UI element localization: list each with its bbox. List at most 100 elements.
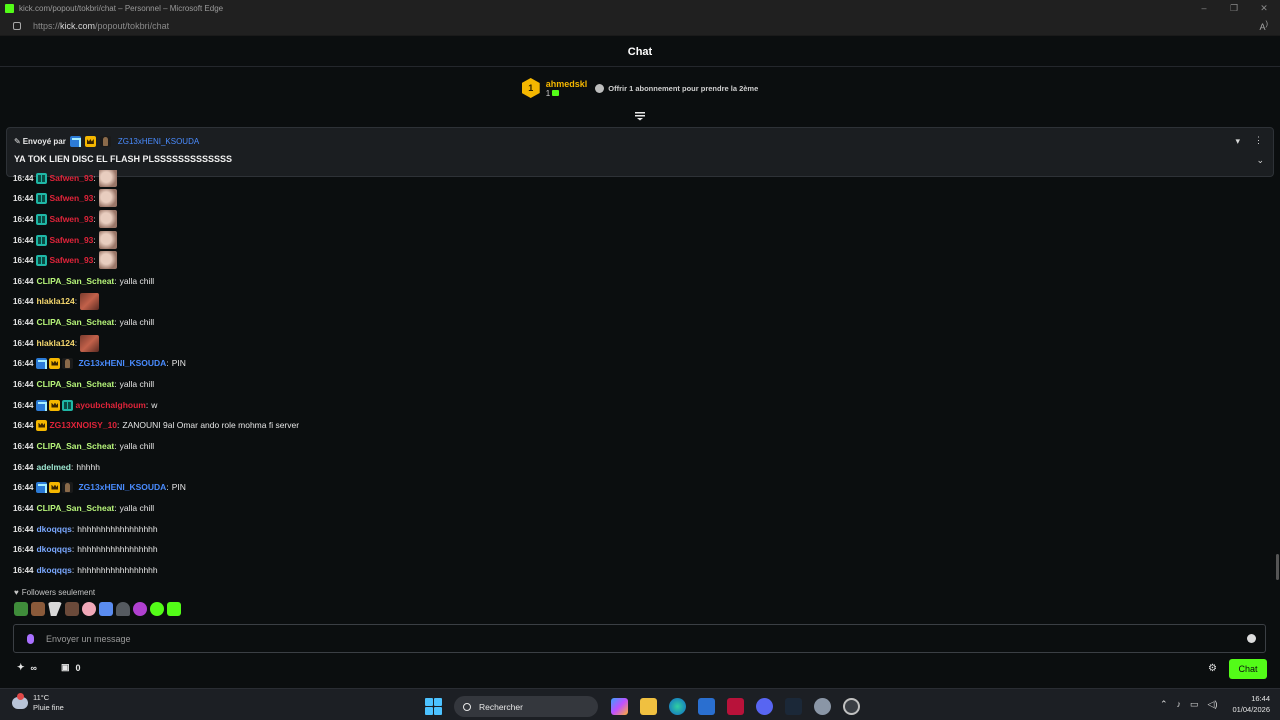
gifts-count[interactable]: 0 xyxy=(75,663,80,673)
points-value[interactable]: ∞ xyxy=(31,663,37,673)
og-badge-icon xyxy=(69,136,81,147)
message-time: 16:44 xyxy=(13,173,34,183)
pinned-username[interactable]: ZG13xHENI_KSOUDA xyxy=(118,137,199,146)
chevron-down-icon[interactable]: ⌄ xyxy=(1256,155,1264,166)
message-time: 16:44 xyxy=(13,462,34,472)
message-username[interactable]: dkoqqqs xyxy=(36,524,71,534)
message-input[interactable] xyxy=(46,633,1196,644)
window-titlebar: kick.com/popout/tokbri/chat – Personnel … xyxy=(0,0,1280,16)
message-username[interactable]: adelmed xyxy=(36,462,71,472)
message-username[interactable]: hlakla124 xyxy=(36,296,74,306)
emoji-picker-icon[interactable] xyxy=(1247,634,1256,643)
quick-emote-icon[interactable] xyxy=(82,602,96,616)
taskbar-clock[interactable]: 16:44 01/04/2026 xyxy=(1232,693,1270,715)
message-text: w xyxy=(151,400,158,410)
emote-face-icon xyxy=(80,334,100,352)
lock-icon[interactable] xyxy=(13,21,21,30)
og-badge-icon xyxy=(36,481,48,493)
message-time: 16:44 xyxy=(13,524,34,534)
close-button[interactable]: ✕ xyxy=(1248,0,1280,16)
message-text: yalla chill xyxy=(119,317,155,327)
message-username[interactable]: CLIPA_San_Scheat xyxy=(36,441,114,451)
message-username[interactable]: CLIPA_San_Scheat xyxy=(36,503,114,513)
expand-leaderboard-icon[interactable] xyxy=(634,111,646,121)
minimize-button[interactable]: – xyxy=(1188,0,1220,16)
message-username[interactable]: Safwen_93 xyxy=(49,214,93,224)
message-username[interactable]: ZG13xHENI_KSOUDA xyxy=(78,358,166,368)
gift-count: 1 xyxy=(546,89,588,98)
top-gifter[interactable]: ahmedskl 1 xyxy=(546,79,588,98)
app-a-icon[interactable] xyxy=(727,698,744,715)
message-username[interactable]: hlakla124 xyxy=(36,338,74,348)
quick-emote-icon[interactable] xyxy=(133,602,147,616)
copilot-icon[interactable] xyxy=(611,698,628,715)
message-time: 16:44 xyxy=(13,400,34,410)
quick-emote-icon[interactable] xyxy=(14,602,28,616)
settings-gear-icon[interactable]: ⚙ xyxy=(1208,663,1217,674)
sub-badge-icon xyxy=(36,172,48,184)
windows-taskbar: 11°C Pluie fine Rechercher ⌃ ♪ ▭ ◁) 16:4… xyxy=(0,688,1280,720)
quick-emote-icon[interactable] xyxy=(31,602,45,616)
chat-message: 16:44 dkoqqqs : hhhhhhhhhhhhhhhhh xyxy=(13,544,158,554)
message-username[interactable]: Safwen_93 xyxy=(49,193,93,203)
read-aloud-icon[interactable]: A) xyxy=(1259,19,1268,32)
microphone-icon[interactable] xyxy=(27,633,34,644)
restore-button[interactable]: ❐ xyxy=(1218,0,1250,16)
quick-emote-icon[interactable] xyxy=(116,602,130,616)
chat-title: Chat xyxy=(0,37,1280,67)
message-username[interactable]: CLIPA_San_Scheat xyxy=(36,379,114,389)
message-time: 16:44 xyxy=(13,358,34,368)
chat-message: 16:44 hlakla124 : xyxy=(13,334,100,352)
message-input-box[interactable] xyxy=(13,624,1266,653)
channel-points-icon[interactable]: ✦ xyxy=(17,662,25,673)
file-explorer-icon[interactable] xyxy=(640,698,657,715)
settings-app-icon[interactable] xyxy=(814,698,831,715)
quick-emote-icon[interactable] xyxy=(99,602,113,616)
weather-widget[interactable]: 11°C Pluie fine xyxy=(12,693,64,713)
address-bar[interactable]: https://kick.com/popout/tokbri/chat A) xyxy=(0,16,1280,36)
app-record-icon[interactable] xyxy=(843,698,860,715)
message-username[interactable]: ayoubchalghoum xyxy=(75,400,145,410)
quick-emote-icon[interactable] xyxy=(150,602,164,616)
volume-icon[interactable]: ◁) xyxy=(1208,699,1218,710)
crown-badge-icon xyxy=(49,481,61,493)
quick-emote-icon[interactable] xyxy=(48,602,62,616)
pinned-text: YA TOK LIEN DISC EL FLASH PLSSSSSSSSSSSS… xyxy=(14,154,233,164)
founder-badge-icon xyxy=(62,357,74,369)
message-username[interactable]: ZG13xHENI_KSOUDA xyxy=(78,482,166,492)
message-username[interactable]: CLIPA_San_Scheat xyxy=(36,276,114,286)
gift-sub-offer[interactable]: Offrir 1 abonnement pour prendre la 2ème xyxy=(595,83,758,93)
taskbar-search[interactable]: Rechercher xyxy=(454,696,598,717)
message-username[interactable]: CLIPA_San_Scheat xyxy=(36,317,114,327)
message-text: yalla chill xyxy=(119,379,155,389)
message-username[interactable]: dkoqqqs xyxy=(36,544,71,554)
gift-icon[interactable]: ▣ xyxy=(61,662,70,673)
message-time: 16:44 xyxy=(13,379,34,389)
message-username[interactable]: Safwen_93 xyxy=(49,255,93,265)
message-time: 16:44 xyxy=(13,193,34,203)
chevron-up-icon[interactable]: ⌃ xyxy=(1160,699,1168,710)
message-username[interactable]: Safwen_93 xyxy=(49,173,93,183)
message-time: 16:44 xyxy=(13,482,34,492)
store-icon[interactable] xyxy=(698,698,715,715)
windows-start-icon[interactable] xyxy=(425,698,442,715)
message-username[interactable]: dkoqqqs xyxy=(36,565,71,575)
message-username[interactable]: ZG13XNOISY_10 xyxy=(49,420,117,430)
network-icon[interactable]: ▭ xyxy=(1190,699,1199,710)
microphone-tray-icon[interactable]: ♪ xyxy=(1177,699,1182,709)
edge-icon[interactable] xyxy=(669,698,686,715)
discord-icon[interactable] xyxy=(756,698,773,715)
quick-emote-icon[interactable] xyxy=(167,602,181,616)
url-text[interactable]: https://kick.com/popout/tokbri/chat xyxy=(33,21,169,31)
gifter-name[interactable]: ahmedskl xyxy=(546,79,588,89)
chat-message: 16:44 CLIPA_San_Scheat : yalla chill xyxy=(13,441,155,451)
quick-emote-icon[interactable] xyxy=(65,602,79,616)
emote-cat-icon xyxy=(98,231,117,249)
more-options-icon[interactable]: ⋮ xyxy=(1254,135,1263,146)
message-username[interactable]: Safwen_93 xyxy=(49,235,93,245)
unpin-icon[interactable]: ▾ xyxy=(1235,136,1240,147)
chat-message: 16:44 Safwen_93 : xyxy=(13,251,117,269)
steam-icon[interactable] xyxy=(785,698,802,715)
send-chat-button[interactable]: Chat xyxy=(1229,659,1267,679)
chat-scrollbar[interactable] xyxy=(1276,554,1279,580)
